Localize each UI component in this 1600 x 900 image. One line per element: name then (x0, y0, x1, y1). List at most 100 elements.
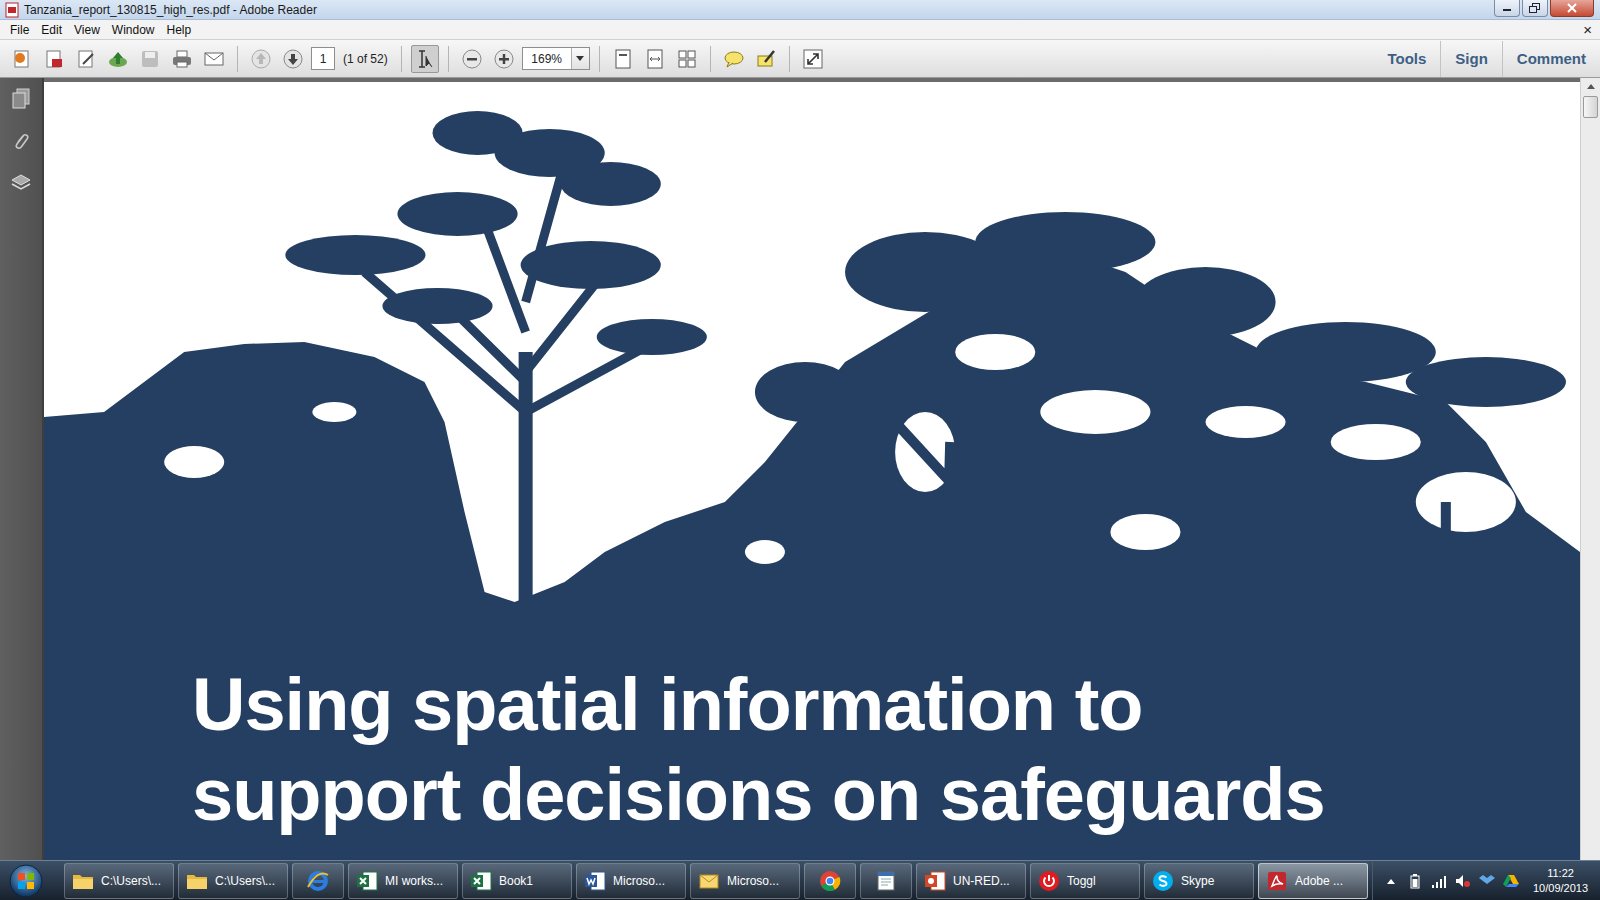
excel-logo-icon (355, 869, 379, 893)
upload-icon (107, 48, 129, 70)
print-button[interactable] (168, 45, 196, 73)
arrow-up-icon (250, 48, 272, 70)
menu-item[interactable]: Edit (35, 21, 68, 39)
clock-date: 10/09/2013 (1533, 881, 1588, 896)
save-button[interactable] (136, 45, 164, 73)
clock[interactable]: 11:2210/09/2013 (1527, 866, 1594, 896)
fit-page-button[interactable] (609, 45, 637, 73)
navigation-pane (0, 78, 44, 860)
calendar-icon (874, 869, 898, 893)
create-button[interactable] (8, 45, 36, 73)
fit-width-button[interactable] (641, 45, 669, 73)
pane-buttons: ToolsSignComment (1373, 40, 1600, 78)
menu-item[interactable]: View (68, 21, 106, 39)
pane-button[interactable]: Tools (1373, 41, 1440, 77)
zoom-field[interactable]: 169% (522, 47, 590, 70)
taskbar-label: Toggl (1067, 872, 1096, 890)
plus-icon (493, 48, 515, 70)
menu-item[interactable]: Help (161, 21, 198, 39)
outlook-logo-icon (697, 869, 721, 893)
page-number-field[interactable]: 1 (311, 47, 335, 70)
next-page-button[interactable] (279, 45, 307, 73)
taskbar-label: Book1 (499, 872, 533, 890)
pdf-page: Using spatial information tosupport deci… (44, 82, 1580, 860)
fit-page-icon (612, 48, 634, 70)
create-pdf-button[interactable] (40, 45, 68, 73)
read-mode-button[interactable] (799, 45, 827, 73)
speech-bubble-icon (723, 48, 745, 70)
scroll-up-button[interactable] (1582, 78, 1600, 94)
taskbar-button[interactable] (292, 863, 344, 899)
close-button[interactable] (1550, 0, 1594, 17)
taskbar-button[interactable]: Skype (1144, 863, 1254, 899)
taskbar-button[interactable]: MI works... (348, 863, 458, 899)
show-hidden-icons-button[interactable] (1383, 873, 1399, 889)
toggl-icon (1037, 869, 1061, 893)
taskbar-button[interactable]: C:\Users\... (64, 863, 174, 899)
zoom-value[interactable]: 169% (523, 48, 571, 69)
zoom-in-button[interactable] (490, 45, 518, 73)
taskbar-button[interactable] (804, 863, 856, 899)
highlight-button[interactable] (752, 45, 780, 73)
calendar-logo-icon (874, 869, 898, 893)
volume-icon[interactable] (1455, 873, 1471, 889)
taskbar-button[interactable]: Toggl (1030, 863, 1140, 899)
minimize-icon (1502, 4, 1512, 12)
sticky-note-button[interactable] (720, 45, 748, 73)
taskbar-button[interactable]: Adobe ... (1258, 863, 1368, 899)
scroll-thumb[interactable] (1583, 96, 1598, 118)
attachments-button[interactable] (9, 128, 33, 154)
arrow-down-icon (282, 48, 304, 70)
upload-button[interactable] (104, 45, 132, 73)
page-layout-button[interactable] (673, 45, 701, 73)
page-count: (1 of 52) (339, 50, 392, 68)
zoom-dropdown-button[interactable] (571, 48, 589, 69)
taskbar-button[interactable]: Microso... (690, 863, 800, 899)
close-document-button[interactable]: × (1583, 21, 1592, 39)
vertical-scrollbar[interactable] (1580, 78, 1600, 860)
edit-button[interactable] (72, 45, 100, 73)
email-icon (203, 48, 225, 70)
taskbar-button[interactable] (860, 863, 912, 899)
taskbar-button[interactable]: UN-RED... (916, 863, 1026, 899)
layers-icon (10, 172, 32, 194)
network-icon[interactable] (1431, 873, 1447, 889)
menu-item[interactable]: Window (106, 21, 161, 39)
ie-logo-icon (306, 869, 330, 893)
restore-button[interactable] (1522, 0, 1548, 17)
taskbar-button[interactable]: Microso... (576, 863, 686, 899)
fit-width-icon (644, 48, 666, 70)
google-drive-icon[interactable] (1503, 873, 1519, 889)
battery-icon (1410, 873, 1420, 889)
taskbar-button[interactable]: Book1 (462, 863, 572, 899)
dropbox-icon[interactable] (1479, 873, 1495, 889)
create-pdf-icon (43, 48, 65, 70)
taskbar-button[interactable]: C:\Users\... (178, 863, 288, 899)
excel-icon (355, 869, 379, 893)
expand-icon (802, 48, 824, 70)
previous-page-button[interactable] (247, 45, 275, 73)
taskbar: C:\Users\...C:\Users\... MI works... Book1… (0, 860, 1600, 900)
email-button[interactable] (200, 45, 228, 73)
layers-button[interactable] (9, 170, 33, 196)
arrow-up-icon (1587, 84, 1595, 89)
toolbar: 1 (1 of 52) 169% ToolsSignComment (0, 40, 1600, 78)
page-thumbnails-button[interactable] (9, 86, 33, 112)
title-line: support decisions on safeguards (192, 750, 1580, 840)
pane-button[interactable]: Comment (1502, 41, 1600, 77)
pdf-icon (4, 2, 20, 18)
battery-icon[interactable] (1407, 873, 1423, 889)
minimize-button[interactable] (1494, 0, 1520, 17)
menu-item[interactable]: File (4, 21, 35, 39)
notification-area: 11:2210/09/2013 (1372, 861, 1600, 900)
zoom-out-button[interactable] (458, 45, 486, 73)
dropbox-icon (1479, 874, 1495, 888)
pane-button[interactable]: Sign (1440, 41, 1502, 77)
google-drive-icon (1503, 874, 1519, 888)
windows-logo-icon (8, 863, 44, 899)
start-button[interactable] (6, 862, 46, 900)
taskbar-label: Adobe ... (1295, 872, 1343, 890)
outlook-icon (697, 869, 721, 893)
document-area: Using spatial information tosupport deci… (0, 78, 1600, 860)
select-tool-button[interactable] (411, 45, 439, 73)
